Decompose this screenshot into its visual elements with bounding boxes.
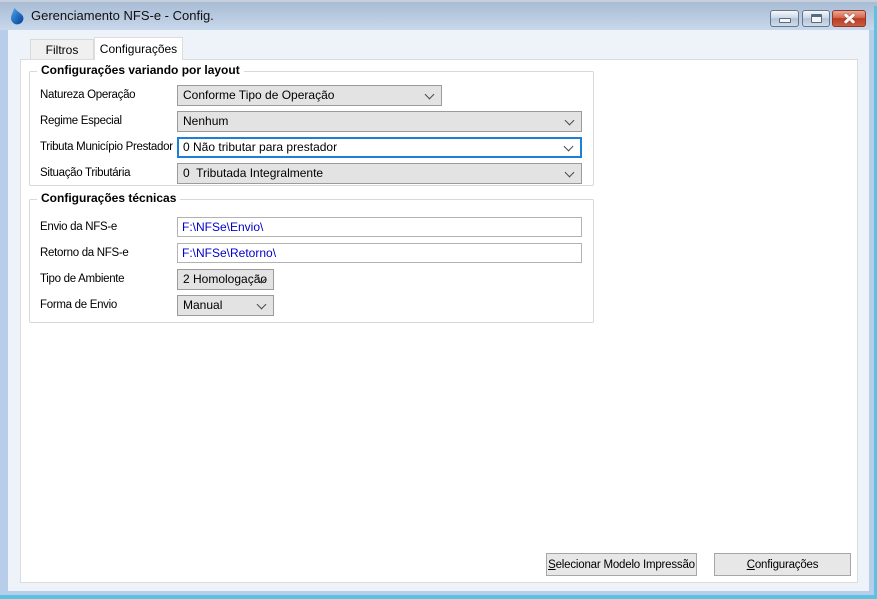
tipo-ambiente-value: 2 Homologação (183, 272, 268, 286)
minimize-button[interactable] (770, 10, 799, 27)
chevron-down-icon (256, 299, 267, 310)
chevron-down-icon (563, 141, 574, 152)
retorno-nfse-label: Retorno da NFS-e (40, 247, 129, 259)
configuracoes-button[interactable]: Configurações (714, 553, 851, 576)
natureza-operacao-label: Natureza Operação (40, 89, 136, 101)
client-area: Filtros Configurações Configurações vari… (8, 30, 869, 591)
tab-page: Configurações variando por layout Nature… (20, 59, 858, 583)
retorno-nfse-input[interactable] (177, 243, 582, 263)
envio-nfse-input[interactable] (177, 217, 582, 237)
maximize-button[interactable] (802, 10, 830, 27)
button-accelerator: C (746, 558, 755, 571)
tributa-municipio-prestador-select[interactable]: 0 Não tributar para prestador (177, 137, 582, 158)
chevron-down-icon (424, 89, 435, 100)
natureza-operacao-value: Conforme Tipo de Operação (183, 88, 335, 102)
groupbox-layout-settings: Configurações variando por layout Nature… (29, 63, 594, 186)
maximize-icon (810, 14, 822, 23)
groupbox-technical-legend: Configurações técnicas (37, 191, 181, 205)
tipo-ambiente-select[interactable]: 2 Homologação (177, 269, 274, 290)
groupbox-layout-legend: Configurações variando por layout (37, 63, 244, 77)
forma-envio-value: Manual (183, 298, 223, 312)
situacao-tributaria-select[interactable]: 0 Tributada Integralmente (177, 163, 582, 184)
regime-especial-value: Nenhum (183, 114, 229, 128)
forma-envio-select[interactable]: Manual (177, 295, 274, 316)
button-label: elecionar Modelo Impressão (555, 558, 695, 571)
selecionar-modelo-impressao-button[interactable]: Selecionar Modelo Impressão (546, 553, 697, 576)
forma-envio-label: Forma de Envio (40, 299, 117, 311)
button-label: onfigurações (754, 558, 819, 571)
regime-especial-label: Regime Especial (40, 115, 122, 127)
situacao-tributaria-value: 0 Tributada Integralmente (183, 166, 324, 180)
water-drop-icon (9, 7, 26, 25)
regime-especial-select[interactable]: Nenhum (177, 111, 582, 132)
tab-configuracoes[interactable]: Configurações (94, 37, 183, 60)
tributa-municipio-prestador-label: Tributa Município Prestador (40, 141, 173, 153)
tipo-ambiente-label: Tipo de Ambiente (40, 273, 125, 285)
close-icon (843, 13, 856, 24)
app-window: Gerenciamento NFS-e - Config. Filtros Co… (0, 0, 877, 599)
titlebar[interactable]: Gerenciamento NFS-e - Config. (0, 0, 877, 30)
chevron-down-icon (564, 167, 575, 178)
chevron-down-icon (564, 115, 575, 126)
tributa-municipio-prestador-value: 0 Não tributar para prestador (183, 140, 338, 154)
minimize-icon (778, 18, 791, 23)
close-button[interactable] (832, 10, 866, 27)
situacao-tributaria-label: Situação Tributária (40, 167, 131, 179)
window-edge-glow-bottom (0, 595, 877, 599)
natureza-operacao-select[interactable]: Conforme Tipo de Operação (177, 85, 442, 106)
button-accelerator: S (548, 558, 556, 571)
tab-filtros[interactable]: Filtros (30, 39, 94, 59)
window-title: Gerenciamento NFS-e - Config. (31, 8, 214, 23)
groupbox-technical-settings: Configurações técnicas Envio da NFS-e Re… (29, 191, 594, 323)
envio-nfse-label: Envio da NFS-e (40, 221, 117, 233)
